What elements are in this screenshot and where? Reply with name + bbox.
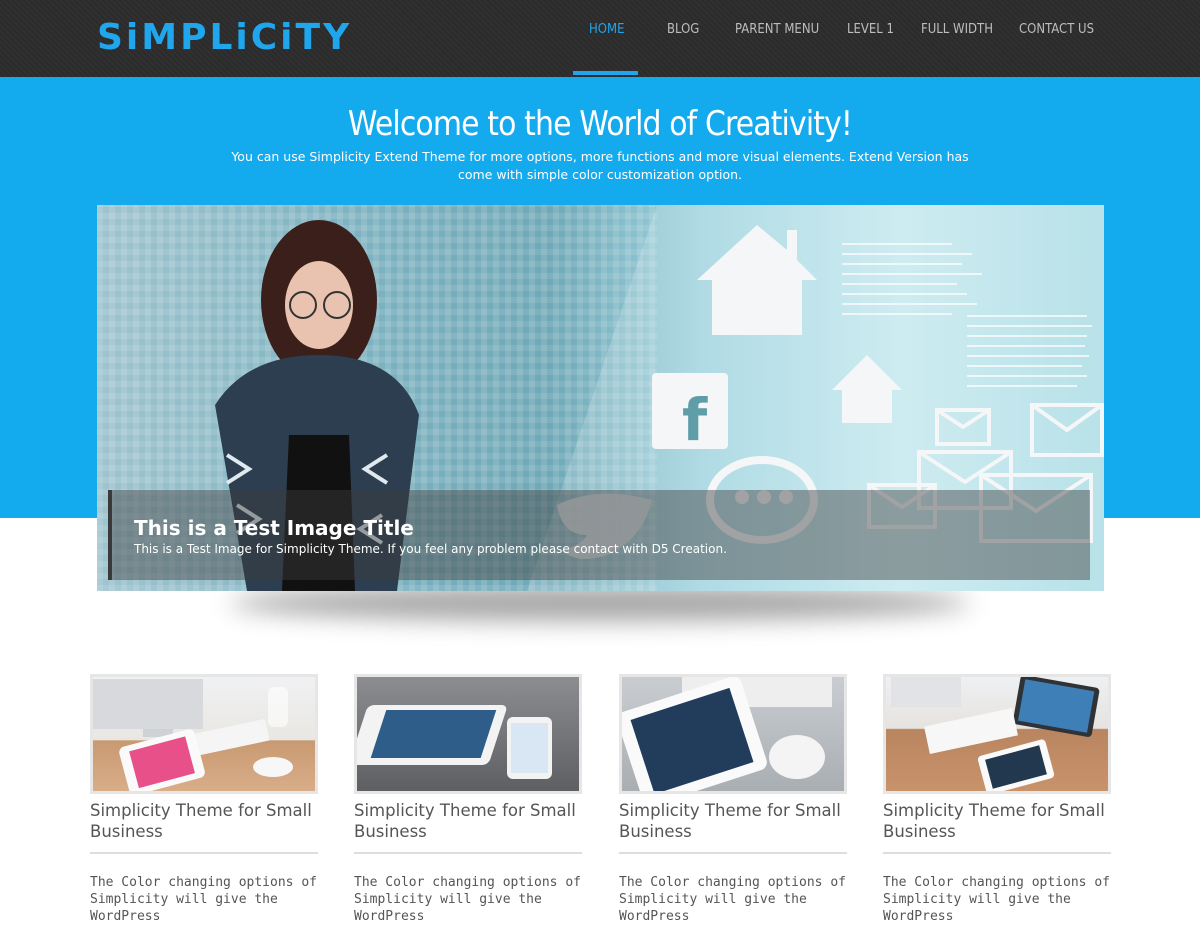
nav-item-contact-us[interactable]: CONTACT US <box>1019 22 1094 37</box>
feature-image[interactable] <box>354 674 582 794</box>
feature-title[interactable]: Simplicity Theme for Small Business <box>354 800 582 842</box>
divider <box>90 852 318 854</box>
feature-box: Simplicity Theme for Small Business The … <box>883 674 1111 925</box>
feature-box: Simplicity Theme for Small Business The … <box>619 674 847 925</box>
feature-title[interactable]: Simplicity Theme for Small Business <box>90 800 318 842</box>
feature-title[interactable]: Simplicity Theme for Small Business <box>883 800 1111 842</box>
divider <box>883 852 1111 854</box>
feature-image[interactable] <box>90 674 318 794</box>
feature-box: Simplicity Theme for Small Business The … <box>90 674 318 925</box>
site-header: SiMPLiCiTY HOME BLOG PARENT MENU LEVEL 1… <box>0 0 1200 77</box>
nav-item-full-width[interactable]: FULL WIDTH <box>921 22 993 37</box>
active-nav-indicator <box>573 71 638 75</box>
nav-item-level-1[interactable]: LEVEL 1 <box>847 22 894 37</box>
feature-image[interactable] <box>883 674 1111 794</box>
slide-caption-text: This is a Test Image for Simplicity Them… <box>134 542 727 556</box>
site-logo[interactable]: SiMPLiCiTY <box>97 18 352 58</box>
hero-subtitle: You can use Simplicity Extend Theme for … <box>231 149 969 182</box>
nav-item-home[interactable]: HOME <box>589 22 624 37</box>
divider <box>619 852 847 854</box>
svg-text:f: f <box>682 386 708 454</box>
divider <box>354 852 582 854</box>
hero-title: Welcome to the World of Creativity! <box>347 104 853 144</box>
slide-caption-title: This is a Test Image Title <box>134 516 414 540</box>
nav-item-blog[interactable]: BLOG <box>667 22 699 37</box>
feature-box: Simplicity Theme for Small Business The … <box>354 674 582 925</box>
feature-image[interactable] <box>619 674 847 794</box>
feature-title[interactable]: Simplicity Theme for Small Business <box>619 800 847 842</box>
nav-item-parent-menu[interactable]: PARENT MENU <box>735 22 819 37</box>
